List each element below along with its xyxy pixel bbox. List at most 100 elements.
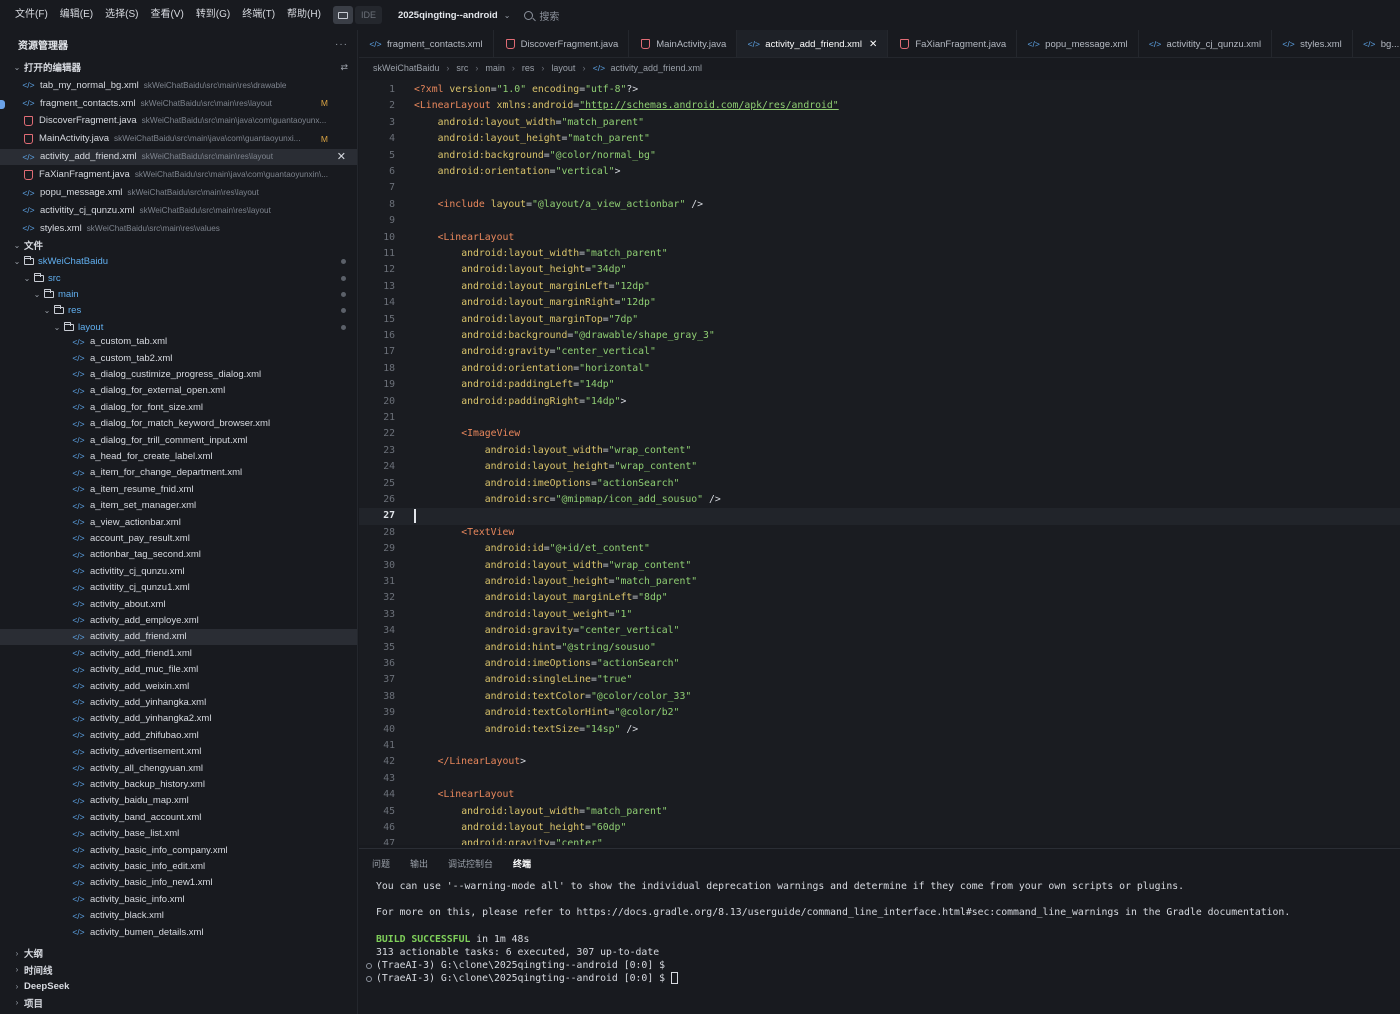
file-item[interactable]: </> a_custom_tab.xml: [0, 334, 357, 350]
menu-item[interactable]: 选择(S): [99, 0, 144, 30]
code-line[interactable]: 3 android:layout_width="match_parent": [359, 115, 1400, 131]
code-line[interactable]: 36 android:imeOptions="actionSearch": [359, 656, 1400, 672]
code-line[interactable]: 20 android:paddingRight="14dp">: [359, 394, 1400, 410]
more-actions-icon[interactable]: ···: [335, 39, 348, 50]
folder-item[interactable]: ⌄ src: [0, 270, 357, 286]
code-line[interactable]: 16 android:background="@drawable/shape_g…: [359, 328, 1400, 344]
file-item[interactable]: </> a_dialog_for_match_keyword_browser.xm…: [0, 416, 357, 432]
code-editor[interactable]: 1 <?xml version="1.0" encoding="utf-8"?> 2…: [359, 80, 1400, 845]
open-editor-item[interactable]: </> activity_add_friend.xml skWeiChatBaidu…: [0, 148, 357, 165]
code-line[interactable]: 26 android:src="@mipmap/icon_add_sousuo"…: [359, 492, 1400, 508]
editor-tab[interactable]: </> popu_message.xml: [1017, 30, 1139, 57]
breadcrumb-item[interactable]: main: [485, 63, 505, 73]
chevron-icon[interactable]: ›: [12, 965, 22, 974]
code-line[interactable]: 1 <?xml version="1.0" encoding="utf-8"?>: [359, 82, 1400, 98]
editor-tab[interactable]: </> styles.xml: [1272, 30, 1353, 57]
file-item[interactable]: </> actionbar_tag_second.xml: [0, 547, 357, 563]
menu-item[interactable]: 帮助(H): [281, 0, 327, 30]
editor-tab[interactable]: FaXianFragment.java: [888, 30, 1018, 57]
chevron-down-icon[interactable]: ⌄: [504, 11, 511, 20]
code-line[interactable]: 4 android:layout_height="match_parent": [359, 131, 1400, 147]
code-line[interactable]: 23 android:layout_width="wrap_content": [359, 443, 1400, 459]
editor-tab[interactable]: </> activitity_cj_qunzu.xml: [1139, 30, 1273, 57]
chevron-icon[interactable]: ⌄: [42, 306, 52, 315]
code-line[interactable]: 5 android:background="@color/normal_bg": [359, 148, 1400, 164]
file-item[interactable]: </> a_custom_tab2.xml: [0, 350, 357, 366]
bottom-section[interactable]: › 项目: [0, 995, 357, 1011]
layout-toggle-icon[interactable]: [332, 6, 353, 24]
code-line[interactable]: 25 android:imeOptions="actionSearch": [359, 476, 1400, 492]
code-line[interactable]: 34 android:gravity="center_vertical": [359, 623, 1400, 639]
bottom-section[interactable]: › 时间线: [0, 962, 357, 978]
file-item[interactable]: </> activity_baidu_map.xml: [0, 793, 357, 809]
file-item[interactable]: </> activity_advertisement.xml: [0, 744, 357, 760]
code-line[interactable]: 42 </LinearLayout>: [359, 754, 1400, 770]
panel-tab[interactable]: 问题: [372, 857, 390, 870]
breadcrumb-item[interactable]: res: [522, 63, 535, 73]
file-item[interactable]: </> activity_add_yinhangka.xml: [0, 694, 357, 710]
open-editor-item[interactable]: MainActivity.java skWeiChatBaidu\src\main…: [0, 131, 357, 147]
file-item[interactable]: </> activity_base_list.xml: [0, 826, 357, 842]
breadcrumb-item[interactable]: skWeiChatBaidu: [373, 63, 439, 73]
project-name[interactable]: 2025qingting--android: [398, 10, 498, 21]
code-line[interactable]: 35 android:hint="@string/sousuo": [359, 640, 1400, 656]
file-item[interactable]: </> activity_black.xml: [0, 908, 357, 924]
code-line[interactable]: 31 android:layout_height="match_parent": [359, 574, 1400, 590]
code-line[interactable]: 41: [359, 738, 1400, 754]
bottom-section[interactable]: › DeepSeek: [0, 978, 357, 994]
code-line[interactable]: 7: [359, 180, 1400, 196]
code-line[interactable]: 27: [359, 508, 1400, 525]
code-line[interactable]: 19 android:paddingLeft="14dp": [359, 377, 1400, 393]
code-line[interactable]: 13 android:layout_marginLeft="12dp": [359, 279, 1400, 295]
code-line[interactable]: 21: [359, 410, 1400, 426]
chevron-icon[interactable]: ›: [12, 982, 22, 991]
open-editor-item[interactable]: DiscoverFragment.java skWeiChatBaidu\src\…: [0, 113, 357, 129]
code-line[interactable]: 46 android:layout_height="60dp": [359, 820, 1400, 836]
open-editor-item[interactable]: FaXianFragment.java skWeiChatBaidu\src\ma…: [0, 167, 357, 183]
panel-tab[interactable]: 调试控制台: [448, 857, 493, 870]
code-line[interactable]: 45 android:layout_width="match_parent": [359, 804, 1400, 820]
code-line[interactable]: 24 android:layout_height="wrap_content": [359, 459, 1400, 475]
code-line[interactable]: 33 android:layout_weight="1": [359, 607, 1400, 623]
close-icon[interactable]: ✕: [869, 39, 877, 50]
code-line[interactable]: 39 android:textColorHint="@color/b2": [359, 705, 1400, 721]
file-item[interactable]: </> activity_about.xml: [0, 596, 357, 612]
terminal-prompt[interactable]: (TraeAI-3) G:\clone\2025qingting--androi…: [376, 972, 1396, 985]
editor-tab[interactable]: </> fragment_contacts.xml: [359, 30, 494, 57]
code-line[interactable]: 15 android:layout_marginTop="7dp": [359, 312, 1400, 328]
menu-item[interactable]: 查看(V): [144, 0, 189, 30]
code-line[interactable]: 29 android:id="@+id/et_content": [359, 541, 1400, 557]
code-line[interactable]: 28 <TextView: [359, 525, 1400, 541]
menu-item[interactable]: 文件(F): [9, 0, 54, 30]
file-item[interactable]: </> a_dialog_for_trill_comment_input.xml: [0, 432, 357, 448]
panel-tab[interactable]: 终端: [513, 857, 531, 870]
code-line[interactable]: 32 android:layout_marginLeft="8dp": [359, 590, 1400, 606]
file-item[interactable]: </> activity_add_muc_file.xml: [0, 662, 357, 678]
chevron-icon[interactable]: ›: [12, 949, 22, 958]
editor-tab[interactable]: MainActivity.java: [629, 30, 738, 57]
breadcrumb-item[interactable]: activity_add_friend.xml: [610, 63, 702, 73]
code-line[interactable]: 14 android:layout_marginRight="12dp": [359, 295, 1400, 311]
file-item[interactable]: </> a_head_for_create_label.xml: [0, 448, 357, 464]
file-item[interactable]: </> activity_basic_info_new1.xml: [0, 875, 357, 891]
file-item[interactable]: </> activity_add_zhifubao.xml: [0, 727, 357, 743]
file-item[interactable]: </> a_item_set_manager.xml: [0, 498, 357, 514]
menu-item[interactable]: 终端(T): [236, 0, 281, 30]
file-item[interactable]: </> activity_basic_info.xml: [0, 891, 357, 907]
breadcrumb-item[interactable]: layout: [551, 63, 575, 73]
file-item[interactable]: </> activity_basic_info_edit.xml: [0, 858, 357, 874]
search-box[interactable]: 搜索: [524, 8, 559, 23]
refresh-icon[interactable]: ⇄: [340, 62, 348, 73]
code-line[interactable]: 9: [359, 213, 1400, 229]
file-item[interactable]: </> activity_add_friend.xml: [0, 628, 357, 646]
menu-item[interactable]: 转到(G): [190, 0, 236, 30]
code-line[interactable]: 44 <LinearLayout: [359, 787, 1400, 803]
file-item[interactable]: </> activitity_cj_qunzu.xml: [0, 563, 357, 579]
bottom-section[interactable]: › 大纲: [0, 945, 357, 961]
open-editor-item[interactable]: </> styles.xml skWeiChatBaidu\src\main\res…: [0, 220, 357, 236]
chevron-icon[interactable]: ⌄: [12, 63, 22, 72]
file-item[interactable]: </> a_dialog_custimize_progress_dialog.xm…: [0, 366, 357, 382]
code-line[interactable]: 11 android:layout_width="match_parent": [359, 246, 1400, 262]
editor-tab[interactable]: DiscoverFragment.java: [494, 30, 630, 57]
code-line[interactable]: 30 android:layout_width="wrap_content": [359, 558, 1400, 574]
